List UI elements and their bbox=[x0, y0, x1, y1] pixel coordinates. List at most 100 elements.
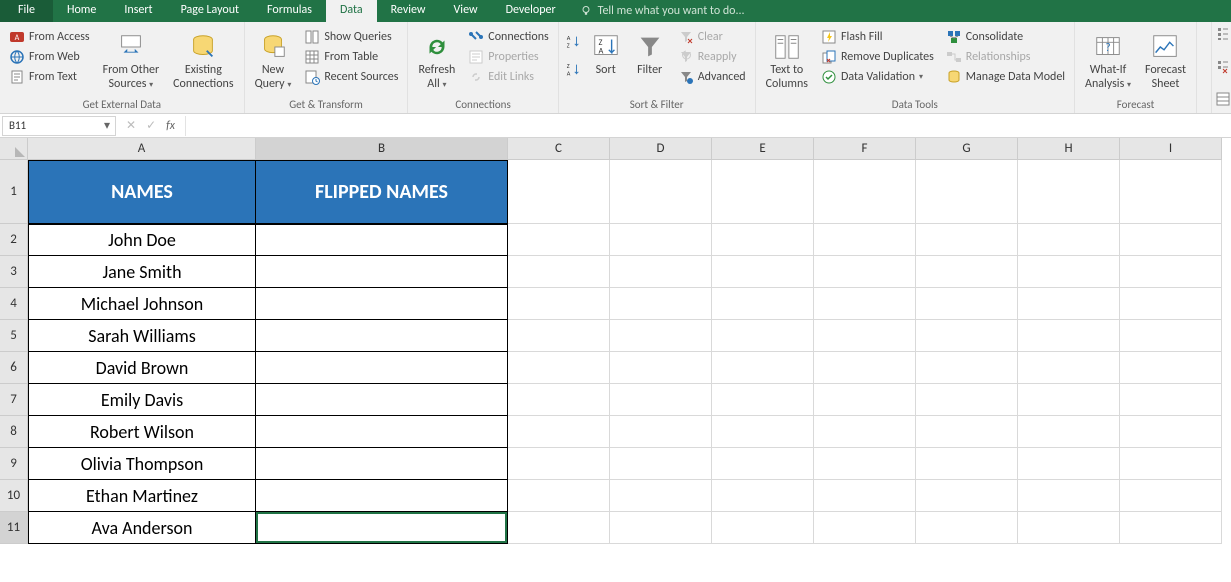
cell[interactable] bbox=[916, 288, 1018, 320]
cell[interactable] bbox=[1018, 320, 1120, 352]
sort-button[interactable]: ZA Sort bbox=[587, 28, 625, 78]
cell[interactable] bbox=[814, 416, 916, 448]
column-header[interactable]: A bbox=[28, 138, 256, 160]
manage-data-model-button[interactable]: Manage Data Model bbox=[943, 68, 1068, 86]
cell[interactable] bbox=[814, 224, 916, 256]
cell-A10[interactable]: Ethan Martinez bbox=[28, 480, 256, 512]
cell[interactable] bbox=[916, 320, 1018, 352]
cell[interactable] bbox=[508, 448, 610, 480]
cell[interactable] bbox=[814, 448, 916, 480]
cell-A2[interactable]: John Doe bbox=[28, 224, 256, 256]
cell-B1[interactable]: FLIPPED NAMES bbox=[256, 160, 508, 224]
cell[interactable] bbox=[1018, 480, 1120, 512]
cell[interactable] bbox=[508, 224, 610, 256]
cell[interactable] bbox=[814, 320, 916, 352]
column-header[interactable]: F bbox=[814, 138, 916, 160]
row-header[interactable]: 8 bbox=[0, 416, 28, 448]
cell[interactable] bbox=[712, 288, 814, 320]
cell[interactable] bbox=[1120, 512, 1222, 544]
cell[interactable] bbox=[1018, 224, 1120, 256]
connections-button[interactable]: Connections bbox=[465, 28, 551, 46]
cell[interactable] bbox=[508, 160, 610, 224]
flash-fill-button[interactable]: Flash Fill bbox=[818, 28, 937, 46]
column-header[interactable]: I bbox=[1120, 138, 1222, 160]
group-outline-icon[interactable] bbox=[1215, 26, 1231, 46]
tab-view[interactable]: View bbox=[440, 0, 492, 22]
cell[interactable] bbox=[1018, 384, 1120, 416]
cell-B8[interactable] bbox=[256, 416, 508, 448]
column-header[interactable]: G bbox=[916, 138, 1018, 160]
column-header[interactable]: B bbox=[256, 138, 508, 160]
consolidate-button[interactable]: Consolidate bbox=[943, 28, 1068, 46]
cell-A3[interactable]: Jane Smith bbox=[28, 256, 256, 288]
cell[interactable] bbox=[814, 160, 916, 224]
cell[interactable] bbox=[712, 384, 814, 416]
cell-B2[interactable] bbox=[256, 224, 508, 256]
insert-function-button[interactable]: fx bbox=[166, 119, 175, 133]
cell-B4[interactable] bbox=[256, 288, 508, 320]
cell[interactable] bbox=[1120, 352, 1222, 384]
cell-B10[interactable] bbox=[256, 480, 508, 512]
cell[interactable] bbox=[916, 256, 1018, 288]
row-header[interactable]: 6 bbox=[0, 352, 28, 384]
select-all-corner[interactable] bbox=[0, 138, 28, 160]
cell[interactable] bbox=[712, 512, 814, 544]
cell[interactable] bbox=[814, 384, 916, 416]
tab-developer[interactable]: Developer bbox=[492, 0, 570, 22]
cell[interactable] bbox=[712, 256, 814, 288]
cell[interactable] bbox=[1120, 448, 1222, 480]
cell-B7[interactable] bbox=[256, 384, 508, 416]
formula-input[interactable] bbox=[185, 116, 1231, 136]
tab-file[interactable]: File bbox=[0, 0, 53, 22]
cell-B3[interactable] bbox=[256, 256, 508, 288]
cell[interactable] bbox=[712, 448, 814, 480]
sort-asc-button[interactable]: AZ bbox=[565, 34, 581, 50]
cell[interactable] bbox=[712, 160, 814, 224]
cell[interactable] bbox=[712, 352, 814, 384]
cell-A1[interactable]: NAMES bbox=[28, 160, 256, 224]
row-header[interactable]: 10 bbox=[0, 480, 28, 512]
row-header[interactable]: 7 bbox=[0, 384, 28, 416]
column-header[interactable]: E bbox=[712, 138, 814, 160]
refresh-all-button[interactable]: Refresh All ▾ bbox=[414, 28, 459, 92]
cell[interactable] bbox=[610, 160, 712, 224]
tab-formulas[interactable]: Formulas bbox=[253, 0, 326, 22]
tab-review[interactable]: Review bbox=[377, 0, 440, 22]
forecast-sheet-button[interactable]: Forecast Sheet bbox=[1141, 28, 1190, 92]
row-header[interactable]: 3 bbox=[0, 256, 28, 288]
cell[interactable] bbox=[508, 384, 610, 416]
tab-data[interactable]: Data bbox=[326, 0, 377, 22]
name-box[interactable] bbox=[3, 119, 99, 132]
cell-B6[interactable] bbox=[256, 352, 508, 384]
cell[interactable] bbox=[508, 512, 610, 544]
cell[interactable] bbox=[712, 416, 814, 448]
cell[interactable] bbox=[916, 416, 1018, 448]
cell-B5[interactable] bbox=[256, 320, 508, 352]
cell[interactable] bbox=[610, 384, 712, 416]
new-query-button[interactable]: New Query ▾ bbox=[251, 28, 296, 92]
cell[interactable] bbox=[1018, 416, 1120, 448]
cell[interactable] bbox=[1120, 224, 1222, 256]
cell[interactable] bbox=[712, 480, 814, 512]
cell[interactable] bbox=[610, 288, 712, 320]
cell[interactable] bbox=[610, 320, 712, 352]
cell-A5[interactable]: Sarah Williams bbox=[28, 320, 256, 352]
cell[interactable] bbox=[508, 480, 610, 512]
cell[interactable] bbox=[1120, 320, 1222, 352]
row-header[interactable]: 2 bbox=[0, 224, 28, 256]
cell[interactable] bbox=[712, 224, 814, 256]
cell[interactable] bbox=[1120, 416, 1222, 448]
text-to-columns-button[interactable]: Text to Columns bbox=[762, 28, 812, 92]
row-header[interactable]: 4 bbox=[0, 288, 28, 320]
row-header[interactable]: 9 bbox=[0, 448, 28, 480]
tab-home[interactable]: Home bbox=[53, 0, 110, 22]
name-box-dropdown[interactable]: ▾ bbox=[99, 118, 115, 133]
from-text-button[interactable]: From Text bbox=[6, 68, 93, 86]
ungroup-outline-icon[interactable] bbox=[1215, 59, 1231, 79]
column-header[interactable]: D bbox=[610, 138, 712, 160]
cell[interactable] bbox=[712, 320, 814, 352]
existing-connections-button[interactable]: Existing Connections bbox=[169, 28, 237, 92]
cell[interactable] bbox=[1120, 160, 1222, 224]
cell-A11[interactable]: Ava Anderson bbox=[28, 512, 256, 544]
cell[interactable] bbox=[508, 288, 610, 320]
